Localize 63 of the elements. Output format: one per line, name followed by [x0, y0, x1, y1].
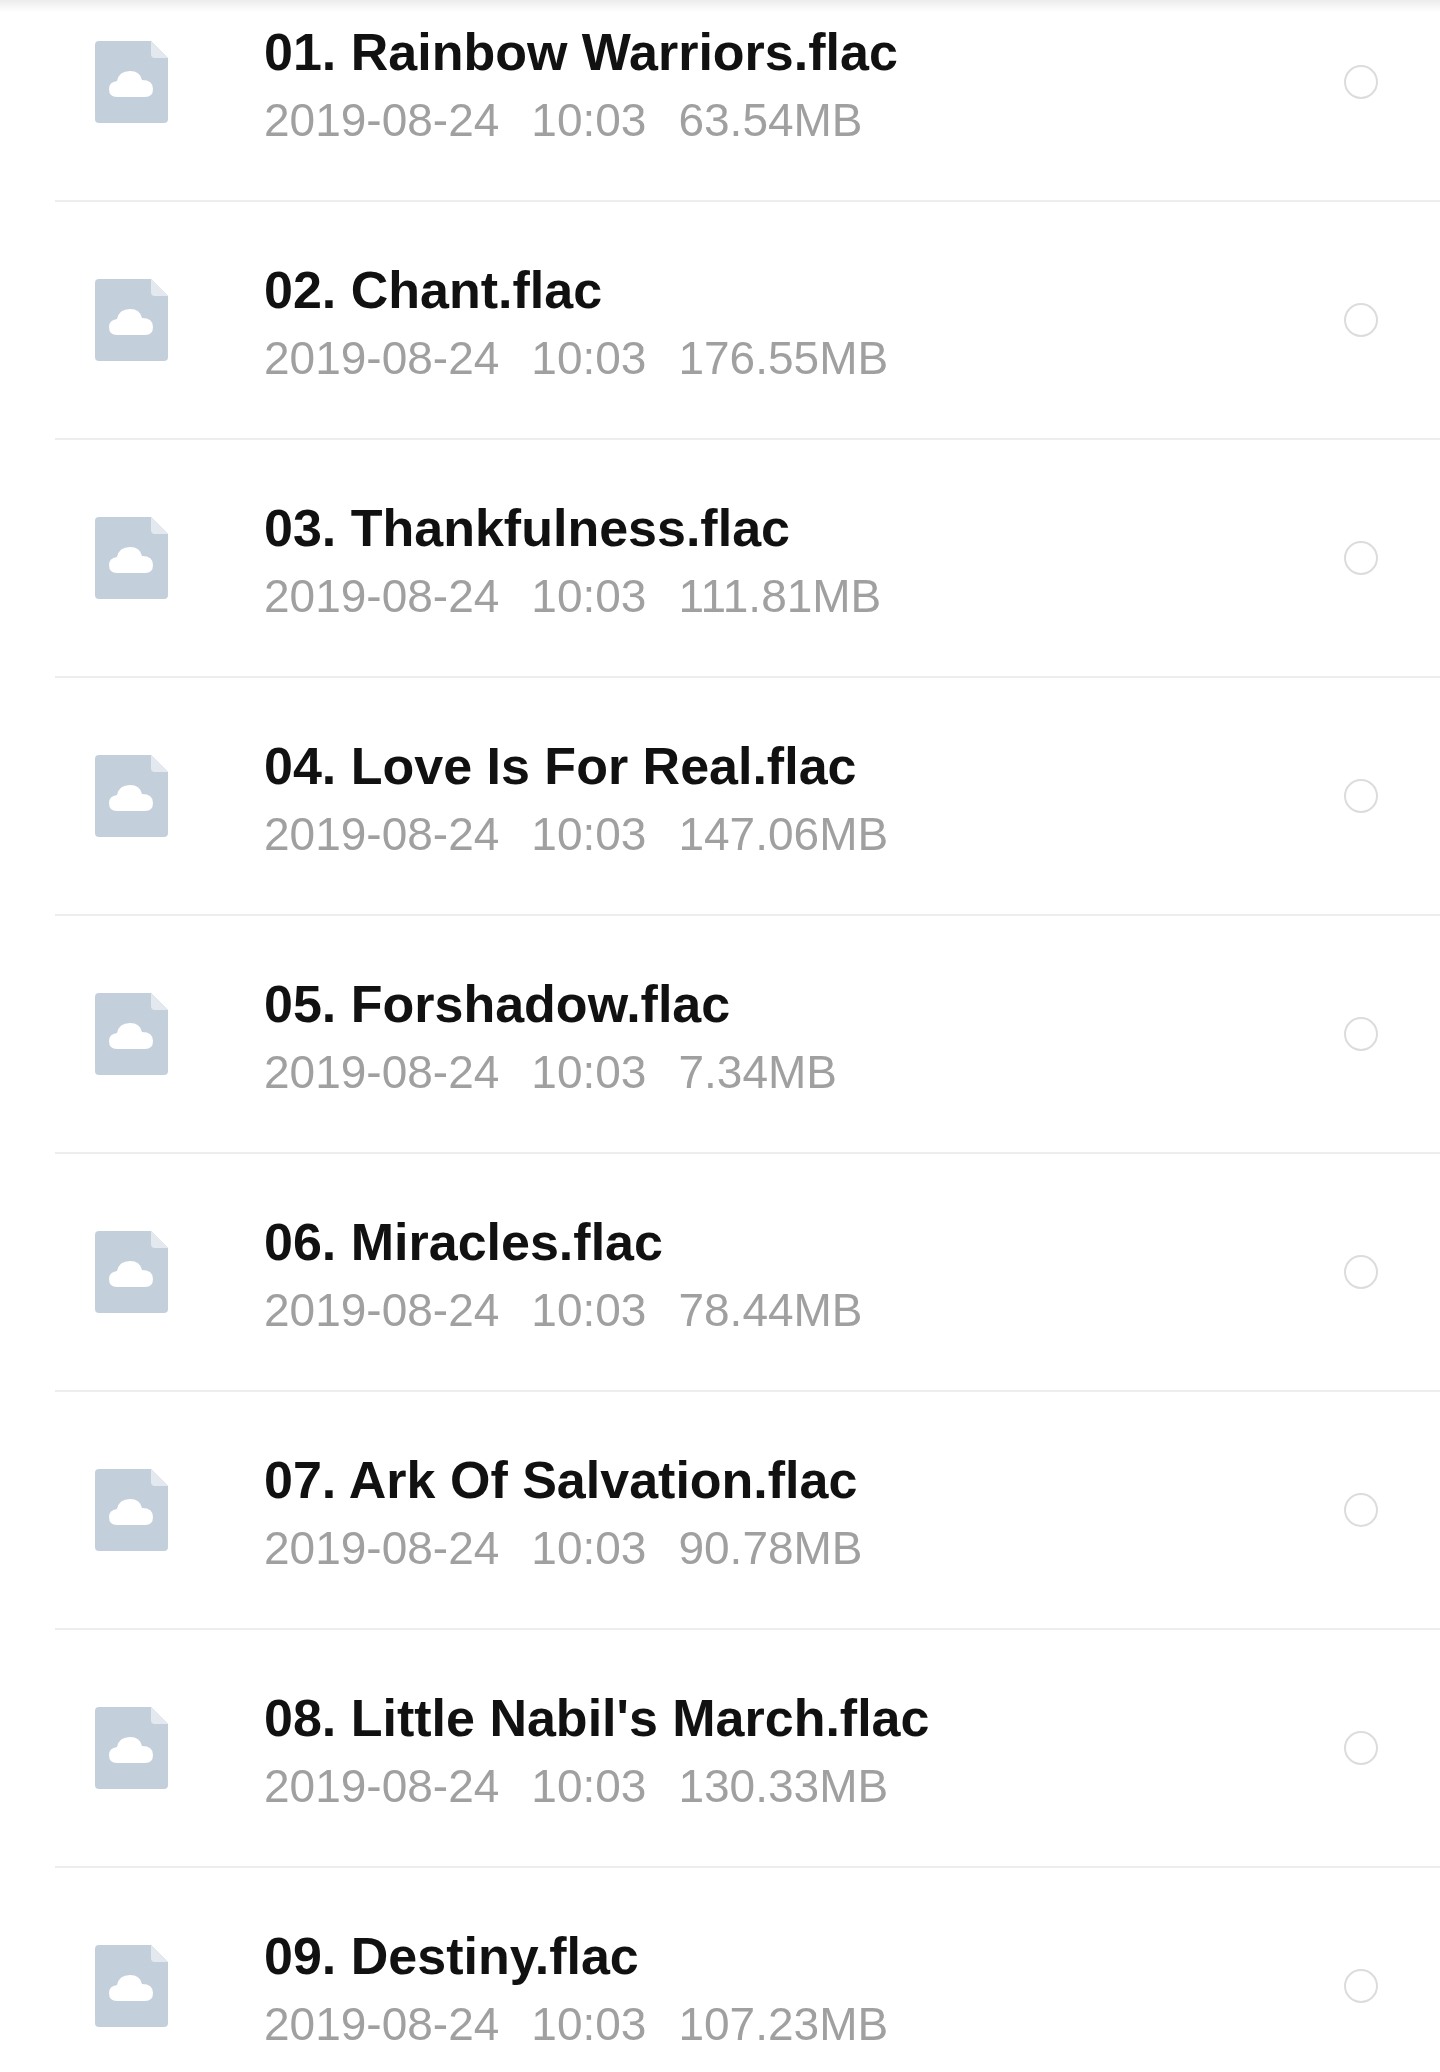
cloud-file-icon — [95, 1707, 168, 1789]
select-radio[interactable] — [1344, 65, 1378, 99]
file-size: 90.78MB — [678, 1521, 863, 1576]
cloud-file-icon — [95, 755, 168, 837]
file-time: 10:03 — [531, 1759, 647, 1814]
select-radio[interactable] — [1344, 1731, 1378, 1765]
file-row[interactable]: 02. Chant.flac 2019-08-24 10:03 176.55MB — [55, 202, 1440, 440]
cloud-file-icon — [95, 1469, 168, 1551]
file-name: 01. Rainbow Warriors.flac — [264, 22, 899, 83]
select-radio[interactable] — [1344, 1969, 1378, 2003]
select-radio[interactable] — [1344, 779, 1378, 813]
file-time: 10:03 — [531, 569, 647, 624]
file-size: 107.23MB — [678, 1997, 889, 2052]
file-row[interactable]: 05. Forshadow.flac 2019-08-24 10:03 7.34MB — [55, 916, 1440, 1154]
select-radio[interactable] — [1344, 541, 1378, 575]
file-date: 2019-08-24 — [264, 569, 500, 624]
file-date: 2019-08-24 — [264, 1521, 500, 1576]
file-date: 2019-08-24 — [264, 93, 500, 148]
file-time: 10:03 — [531, 1997, 647, 2052]
cloud-file-icon — [95, 279, 168, 361]
file-date: 2019-08-24 — [264, 1283, 500, 1338]
file-date: 2019-08-24 — [264, 1759, 500, 1814]
select-radio[interactable] — [1344, 1493, 1378, 1527]
file-name: 02. Chant.flac — [264, 260, 604, 321]
file-date: 2019-08-24 — [264, 1045, 500, 1100]
file-time: 10:03 — [531, 807, 647, 862]
file-name: 08. Little Nabil's March.flac — [264, 1688, 931, 1749]
file-size: 63.54MB — [678, 93, 863, 148]
file-name: 07. Ark Of Salvation.flac — [264, 1450, 859, 1511]
file-size: 111.81MB — [678, 569, 882, 624]
file-size: 176.55MB — [678, 331, 889, 386]
file-name: 06. Miracles.flac — [264, 1212, 664, 1273]
file-time: 10:03 — [531, 1283, 647, 1338]
file-size: 78.44MB — [678, 1283, 863, 1338]
cloud-file-icon — [95, 1231, 168, 1313]
file-size: 147.06MB — [678, 807, 889, 862]
file-date: 2019-08-24 — [264, 331, 500, 386]
select-radio[interactable] — [1344, 1017, 1378, 1051]
file-time: 10:03 — [531, 93, 647, 148]
file-size: 130.33MB — [678, 1759, 889, 1814]
cloud-file-icon — [95, 517, 168, 599]
file-row[interactable]: 08. Little Nabil's March.flac 2019-08-24 10:03 130.33MB — [55, 1630, 1440, 1868]
file-time: 10:03 — [531, 1045, 647, 1100]
file-date: 2019-08-24 — [264, 1997, 500, 2052]
cloud-file-icon — [95, 993, 168, 1075]
file-row[interactable]: 07. Ark Of Salvation.flac 2019-08-24 10:03 90.78MB — [55, 1392, 1440, 1630]
file-name: 03. Thankfulness.flac — [264, 498, 791, 559]
file-row[interactable]: 03. Thankfulness.flac 2019-08-24 10:03 111.81MB — [55, 440, 1440, 678]
file-name: 04. Love Is For Real.flac — [264, 736, 858, 797]
file-row[interactable]: 01. Rainbow Warriors.flac 2019-08-24 10:03 63.54MB — [55, 0, 1440, 202]
file-row[interactable]: 06. Miracles.flac 2019-08-24 10:03 78.44MB — [55, 1154, 1440, 1392]
file-row[interactable]: 09. Destiny.flac 2019-08-24 10:03 107.23MB — [55, 1868, 1440, 2072]
file-name: 05. Forshadow.flac — [264, 974, 732, 1035]
file-name: 09. Destiny.flac — [264, 1926, 640, 1987]
file-date: 2019-08-24 — [264, 807, 500, 862]
file-time: 10:03 — [531, 1521, 647, 1576]
select-radio[interactable] — [1344, 303, 1378, 337]
select-radio[interactable] — [1344, 1255, 1378, 1289]
file-size: 7.34MB — [678, 1045, 837, 1100]
cloud-file-icon — [95, 1945, 168, 2027]
file-row[interactable]: 04. Love Is For Real.flac 2019-08-24 10:03 147.06MB — [55, 678, 1440, 916]
cloud-file-icon — [95, 41, 168, 123]
file-time: 10:03 — [531, 331, 647, 386]
